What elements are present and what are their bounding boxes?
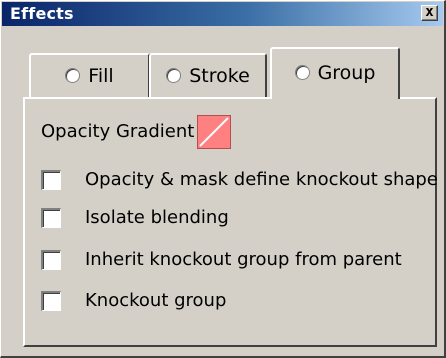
tab-stroke-radio[interactable] (166, 68, 182, 83)
inherit-knockout-checkbox[interactable] (41, 250, 61, 270)
none-slash-icon (199, 117, 229, 147)
knockout-group-checkbox[interactable] (41, 291, 61, 311)
checkbox-row-knockout-group[interactable]: Knockout group (41, 289, 431, 315)
tab-stroke-label: Stroke (189, 65, 250, 87)
tab-group[interactable]: Group (270, 47, 400, 99)
tab-group-radio[interactable] (294, 65, 310, 80)
opacity-gradient-label: Opacity Gradient (41, 121, 195, 142)
opacity-mask-knockout-checkbox[interactable] (41, 170, 61, 190)
close-icon: x (425, 4, 434, 20)
tab-group-label: Group (317, 62, 376, 84)
window-title: Effects (10, 4, 74, 23)
effects-window: Effects x Fill Stroke Group Opacity Grad… (0, 0, 446, 358)
group-panel: Opacity Gradient Opacity & mask define k… (23, 97, 438, 347)
checkbox-row-isolate-blending[interactable]: Isolate blending (41, 206, 431, 232)
tab-stroke[interactable]: Stroke (149, 53, 267, 99)
isolate-blending-checkbox[interactable] (41, 208, 61, 228)
knockout-group-label: Knockout group (85, 290, 227, 311)
checkbox-row-opacity-mask-knockout[interactable]: Opacity & mask define knockout shape (41, 168, 438, 194)
close-button[interactable]: x (421, 4, 438, 21)
checkbox-row-inherit-knockout[interactable]: Inherit knockout group from parent (41, 248, 431, 274)
opacity-gradient-swatch[interactable] (197, 115, 231, 149)
title-bar[interactable]: Effects x (2, 2, 443, 26)
tab-fill-label: Fill (88, 65, 114, 87)
inherit-knockout-label: Inherit knockout group from parent (85, 249, 402, 270)
isolate-blending-label: Isolate blending (85, 207, 229, 228)
tab-fill[interactable]: Fill (29, 53, 150, 99)
opacity-mask-knockout-label: Opacity & mask define knockout shape (85, 169, 438, 190)
tab-fill-radio[interactable] (65, 68, 81, 83)
